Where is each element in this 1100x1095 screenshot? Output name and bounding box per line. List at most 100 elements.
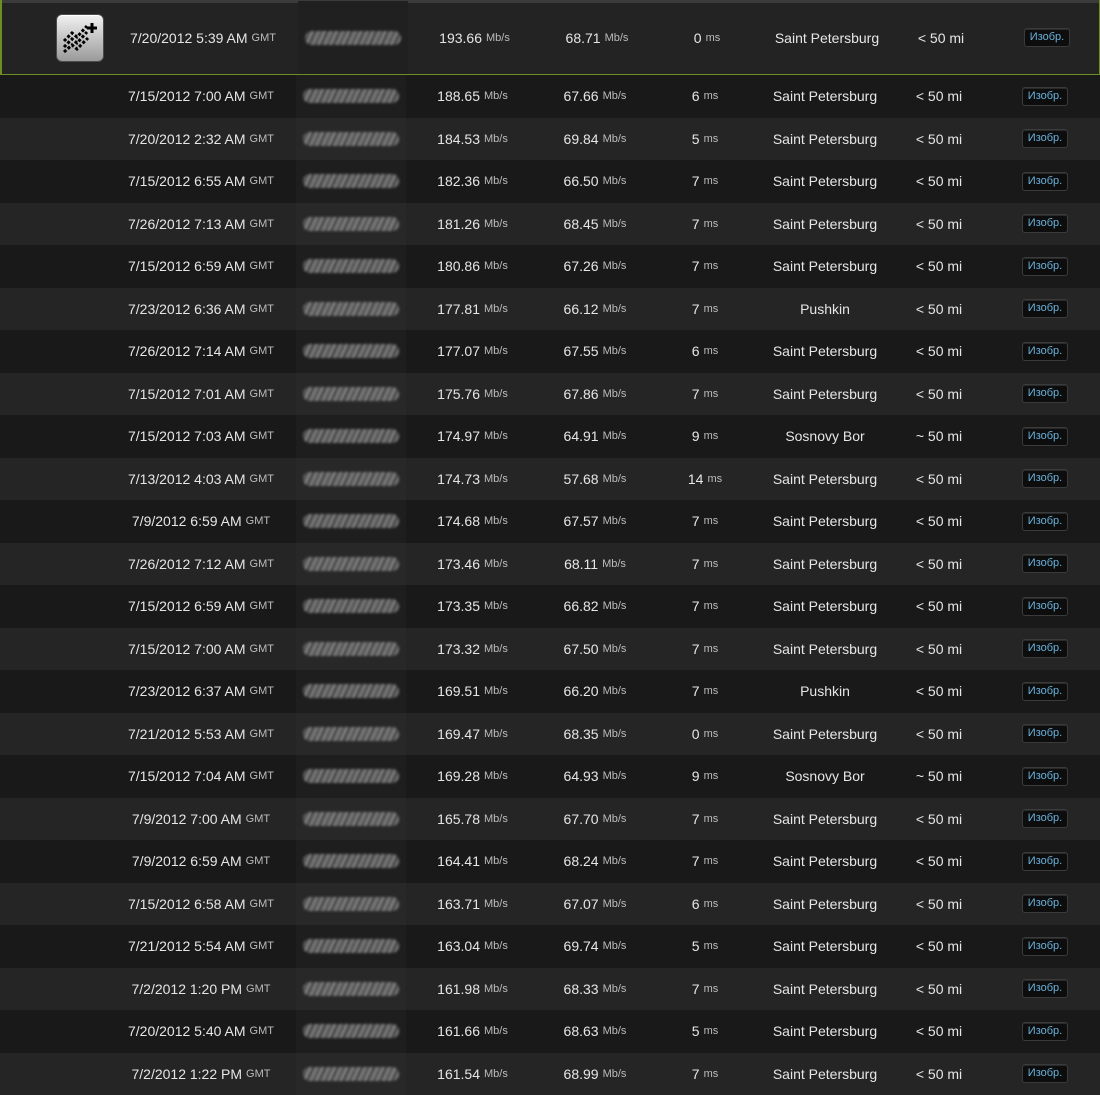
table-row[interactable]: 7/15/2012 6:55 AM GMT 182.36 Mb/s 66.50 … [0,160,1100,203]
timezone-text: GMT [250,303,274,315]
upload-value: 66.50 [564,173,599,189]
download-value: 177.07 [437,343,480,359]
image-button[interactable]: Изобр. [1022,852,1068,871]
table-row[interactable]: 7/15/2012 7:00 AM GMT 188.65 Mb/s 67.66 … [0,75,1100,118]
table-row[interactable]: 7/13/2012 4:03 AM GMT 174.73 Mb/s 57.68 … [0,458,1100,501]
obscured-ip [303,769,399,783]
table-row[interactable]: 7/26/2012 7:13 AM GMT 181.26 Mb/s 68.45 … [0,203,1100,246]
image-cell: Изобр. [990,670,1100,713]
download-unit: Mb/s [484,1068,508,1080]
image-button[interactable]: Изобр. [1022,894,1068,913]
ping-cell: 9 ms [655,755,755,798]
image-button[interactable]: Изобр. [1022,469,1068,488]
ping-value: 7 [692,1066,700,1082]
image-button[interactable]: Изобр. [1022,214,1068,233]
timezone-text: GMT [250,643,274,655]
table-row[interactable]: 7/20/2012 2:32 AM GMT 184.53 Mb/s 69.84 … [0,118,1100,161]
image-button[interactable]: Изобр. [1022,682,1068,701]
image-button[interactable]: Изобр. [1022,129,1068,148]
image-button[interactable]: Изобр. [1022,512,1068,531]
table-row[interactable]: 7/26/2012 7:12 AM GMT 173.46 Mb/s 68.11 … [0,543,1100,586]
download-cell: 164.41 Mb/s [410,840,535,883]
image-button[interactable]: Изобр. [1024,28,1070,47]
image-button[interactable]: Изобр. [1022,87,1068,106]
table-row[interactable]: 7/26/2012 7:14 AM GMT 177.07 Mb/s 67.55 … [0,330,1100,373]
image-button[interactable]: Изобр. [1022,809,1068,828]
upload-unit: Mb/s [603,1025,627,1037]
distance-cell: ~ 50 mi [890,415,988,458]
table-row[interactable]: 7/23/2012 6:36 AM GMT 177.81 Mb/s 66.12 … [0,288,1100,331]
image-button[interactable]: Изобр. [1022,597,1068,616]
image-cell: Изобр. [990,968,1100,1011]
ping-cell: 5 ms [655,118,755,161]
download-cell: 165.78 Mb/s [410,798,535,841]
date-cell: 7/15/2012 7:01 AM GMT [110,373,292,416]
ip-address-cell [296,330,406,373]
table-row[interactable]: 7/9/2012 6:59 AM GMT 174.68 Mb/s 67.57 M… [0,500,1100,543]
image-button[interactable]: Изобр. [1022,427,1068,446]
image-button[interactable]: Изобр. [1022,724,1068,743]
distance-value: < 50 mi [916,343,962,359]
image-button[interactable]: Изобр. [1022,937,1068,956]
image-button[interactable]: Изобр. [1022,554,1068,573]
table-row[interactable]: 7/20/2012 5:39 AM GMT 193.66 Mb/s 68.71 … [0,0,1100,75]
upload-cell: 68.35 Mb/s [540,713,650,756]
timezone-text: GMT [250,345,274,357]
table-row[interactable]: 7/15/2012 6:58 AM GMT 163.71 Mb/s 67.07 … [0,883,1100,926]
table-row[interactable]: 7/2/2012 1:20 PM GMT 161.98 Mb/s 68.33 M… [0,968,1100,1011]
image-button[interactable]: Изобр. [1022,384,1068,403]
image-button[interactable]: Изобр. [1022,342,1068,361]
upload-value: 66.82 [564,598,599,614]
table-row[interactable]: 7/15/2012 6:59 AM GMT 173.35 Mb/s 66.82 … [0,585,1100,628]
download-unit: Mb/s [484,515,508,527]
download-cell: 161.98 Mb/s [410,968,535,1011]
obscured-ip [303,727,399,741]
image-button[interactable]: Изобр. [1022,257,1068,276]
table-row[interactable]: 7/21/2012 5:54 AM GMT 163.04 Mb/s 69.74 … [0,925,1100,968]
image-button[interactable]: Изобр. [1022,639,1068,658]
table-row[interactable]: 7/9/2012 6:59 AM GMT 164.41 Mb/s 68.24 M… [0,840,1100,883]
row-icon-cell [50,628,105,671]
date-cell: 7/2/2012 1:20 PM GMT [110,968,292,1011]
server-cell: Saint Petersburg [760,925,890,968]
download-value: 173.35 [437,598,480,614]
timezone-text: GMT [250,600,274,612]
image-button[interactable]: Изобр. [1022,1022,1068,1041]
image-button[interactable]: Изобр. [1022,299,1068,318]
date-cell: 7/2/2012 1:22 PM GMT [110,1053,292,1095]
table-row[interactable]: 7/2/2012 1:22 PM GMT 161.54 Mb/s 68.99 M… [0,1053,1100,1095]
distance-cell: < 50 mi [890,245,988,288]
server-name: Saint Petersburg [773,258,877,274]
image-button[interactable]: Изобр. [1022,172,1068,191]
upload-value: 67.70 [564,811,599,827]
timezone-text: GMT [246,983,270,995]
table-row[interactable]: 7/15/2012 7:01 AM GMT 175.76 Mb/s 67.86 … [0,373,1100,416]
server-cell: Saint Petersburg [760,543,890,586]
image-cell: Изобр. [990,798,1100,841]
upload-cell: 69.84 Mb/s [540,118,650,161]
row-icon-cell [50,330,105,373]
table-row[interactable]: 7/15/2012 7:04 AM GMT 169.28 Mb/s 64.93 … [0,755,1100,798]
date-text: 7/23/2012 6:36 AM [128,301,246,317]
table-row[interactable]: 7/15/2012 7:00 AM GMT 173.32 Mb/s 67.50 … [0,628,1100,671]
table-row[interactable]: 7/21/2012 5:53 AM GMT 169.47 Mb/s 68.35 … [0,713,1100,756]
image-cell: Изобр. [990,500,1100,543]
download-cell: 175.76 Mb/s [410,373,535,416]
obscured-ip [303,89,399,103]
table-row[interactable]: 7/9/2012 7:00 AM GMT 165.78 Mb/s 67.70 M… [0,798,1100,841]
image-button[interactable]: Изобр. [1022,1064,1068,1083]
table-row[interactable]: 7/20/2012 5:40 AM GMT 161.66 Mb/s 68.63 … [0,1010,1100,1053]
upload-value: 69.74 [564,938,599,954]
image-button[interactable]: Изобр. [1022,979,1068,998]
table-row[interactable]: 7/23/2012 6:37 AM GMT 169.51 Mb/s 66.20 … [0,670,1100,713]
table-row[interactable]: 7/15/2012 7:03 AM GMT 174.97 Mb/s 64.91 … [0,415,1100,458]
speedtest-add-icon[interactable] [56,14,104,62]
image-button[interactable]: Изобр. [1022,767,1068,786]
download-unit: Mb/s [484,175,508,187]
upload-cell: 69.74 Mb/s [540,925,650,968]
upload-cell: 68.99 Mb/s [540,1053,650,1095]
server-name: Saint Petersburg [773,1023,877,1039]
table-row[interactable]: 7/15/2012 6:59 AM GMT 180.86 Mb/s 67.26 … [0,245,1100,288]
date-cell: 7/20/2012 5:40 AM GMT [110,1010,292,1053]
download-unit: Mb/s [484,260,508,272]
